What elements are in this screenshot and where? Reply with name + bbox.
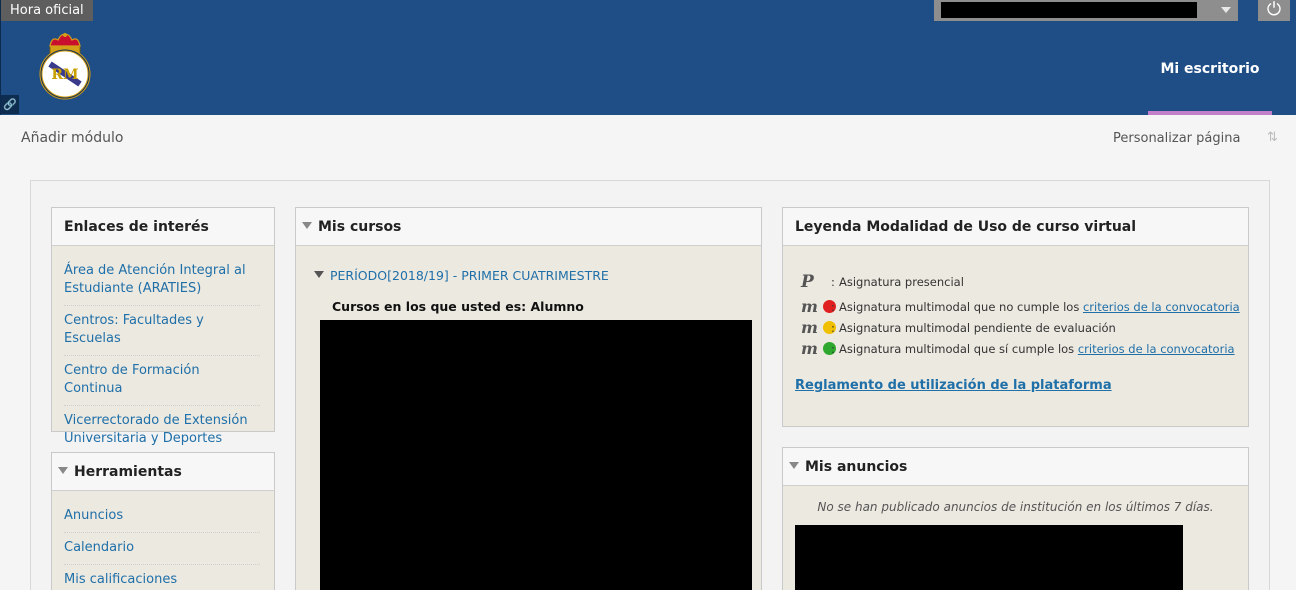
personalize-page-button[interactable]: Personalizar página bbox=[1113, 131, 1240, 146]
legend-text: Asignatura multimodal que no cumple los bbox=[839, 300, 1083, 314]
module-header: Mis cursos bbox=[296, 208, 761, 246]
module-header: Mis anuncios bbox=[783, 448, 1248, 486]
reglamento-link[interactable]: Reglamento de utilización de la platafor… bbox=[795, 378, 1112, 393]
legend-text: Asignatura multimodal que sí cumple los bbox=[839, 342, 1078, 356]
add-module-button[interactable]: Añadir módulo bbox=[21, 130, 123, 146]
criterios-convocatoria-link[interactable]: criterios de la convocatoria bbox=[1083, 300, 1240, 314]
link-formacion-continua[interactable]: Centro de Formación Continua bbox=[64, 356, 260, 406]
herramientas-list: Anuncios Calendario Mis calificaciones bbox=[64, 501, 260, 590]
module-header: Herramientas bbox=[52, 453, 274, 491]
collapse-triangle-icon[interactable] bbox=[58, 466, 68, 474]
collapse-triangle-icon[interactable] bbox=[789, 461, 799, 469]
hora-oficial-label[interactable]: Hora oficial bbox=[1, 0, 93, 21]
module-enlaces-interes: Enlaces de interés Área de Atención Inte… bbox=[51, 207, 275, 446]
university-crest-logo[interactable]: RM bbox=[38, 32, 92, 102]
module-title: Enlaces de interés bbox=[52, 208, 274, 246]
module-herramientas: Herramientas Anuncios Calendario Mis cal… bbox=[51, 452, 275, 590]
module-mis-cursos: Mis cursos PERÍODO[2018/19] - PRIMER CUA… bbox=[295, 207, 762, 590]
no-announcements-message: No se han publicado anuncios de instituc… bbox=[817, 500, 1214, 514]
tab-mi-escritorio[interactable]: Mi escritorio bbox=[1148, 0, 1272, 115]
link-araties[interactable]: Área de Atención Integral al Estudiante … bbox=[64, 256, 260, 306]
period-label[interactable]: PERÍODO[2018/19] - PRIMER CUATRIMESTRE bbox=[330, 268, 609, 283]
module-mis-anuncios: Mis anuncios No se han publicado anuncio… bbox=[782, 447, 1249, 590]
module-title: Leyenda Modalidad de Uso de curso virtua… bbox=[783, 208, 1248, 246]
redacted-course-list bbox=[320, 320, 752, 590]
period-toggle[interactable]: PERÍODO[2018/19] - PRIMER CUATRIMESTRE bbox=[314, 268, 609, 283]
svg-text:RM: RM bbox=[51, 67, 78, 83]
criterios-convocatoria-link[interactable]: criterios de la convocatoria bbox=[1078, 342, 1235, 356]
redacted-announcements bbox=[795, 525, 1183, 590]
role-heading: Cursos en los que usted es: Alumno bbox=[332, 299, 584, 314]
link-centros[interactable]: Centros: Facultades y Escuelas bbox=[64, 306, 260, 356]
link-anuncios[interactable]: Anuncios bbox=[64, 501, 260, 533]
link-icon[interactable]: 🔗 bbox=[1, 95, 19, 114]
enlaces-list: Área de Atención Integral al Estudiante … bbox=[64, 256, 260, 455]
link-vicerrectorado[interactable]: Vicerrectorado de Extensión Universitari… bbox=[64, 406, 260, 455]
link-calendario[interactable]: Calendario bbox=[64, 533, 260, 565]
collapse-triangle-icon[interactable] bbox=[302, 221, 312, 229]
reorder-icon[interactable]: ⇅ bbox=[1267, 130, 1278, 145]
module-title: Mis cursos bbox=[318, 219, 402, 235]
legend-text: Asignatura presencial bbox=[839, 275, 964, 289]
expand-triangle-icon[interactable] bbox=[314, 271, 324, 278]
legend-text: Asignatura multimodal pendiente de evalu… bbox=[839, 321, 1116, 335]
module-leyenda: Leyenda Modalidad de Uso de curso virtua… bbox=[782, 207, 1249, 427]
module-title: Mis anuncios bbox=[805, 459, 908, 475]
link-mis-calificaciones[interactable]: Mis calificaciones bbox=[64, 565, 260, 590]
module-title: Herramientas bbox=[74, 464, 182, 480]
